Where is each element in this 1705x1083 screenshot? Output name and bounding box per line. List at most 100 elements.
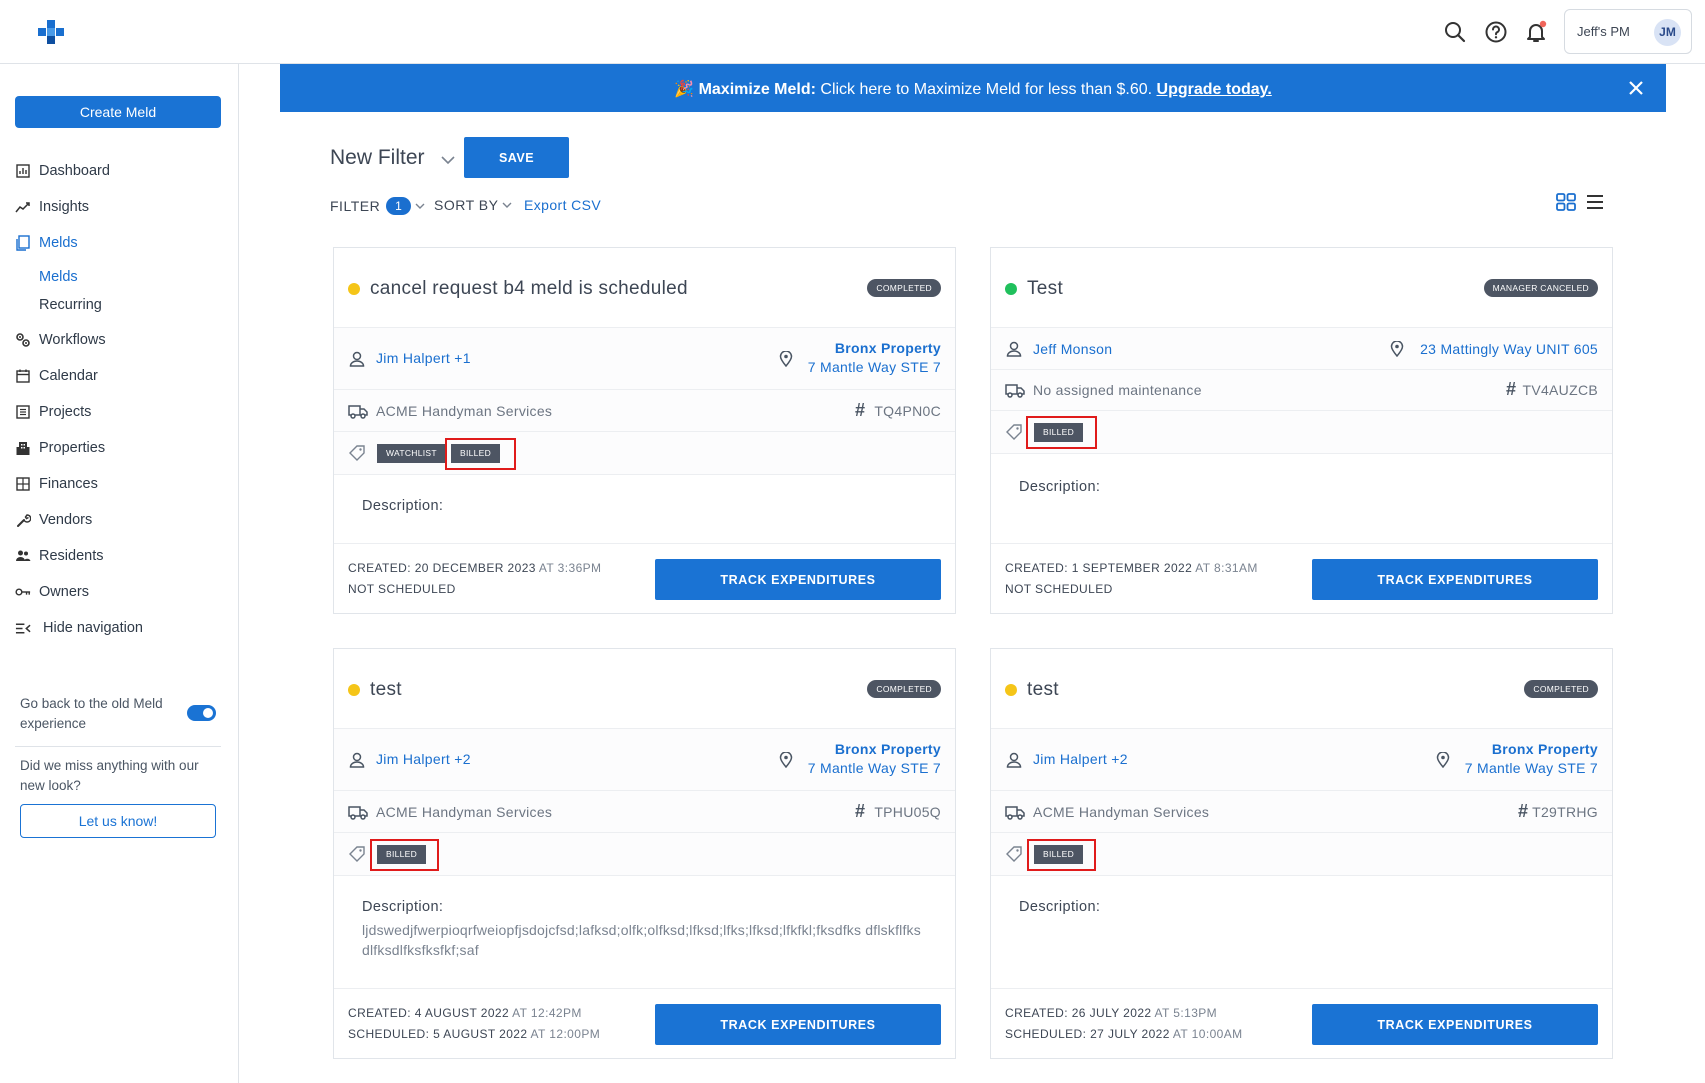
sidebar-item-residents[interactable]: Residents (15, 546, 103, 566)
banner-text[interactable]: 🎉 Maximize Meld: Click here to Maximize … (280, 79, 1666, 99)
upgrade-banner[interactable]: 🎉 Maximize Meld: Click here to Maximize … (280, 64, 1666, 112)
description-text: ljdswedjfwerpioqrfweiopfjsdojcfsd;lafksd… (362, 922, 921, 958)
chevron-down-icon[interactable] (440, 155, 456, 165)
export-csv-link[interactable]: Export CSV (524, 197, 601, 213)
meld-card[interactable]: cancel request b4 meld is scheduled COMP… (333, 247, 956, 614)
assignee-link[interactable]: Jim Halpert +1 (376, 350, 471, 366)
track-expenditures-button[interactable]: TRACK EXPENDITURES (655, 559, 941, 600)
projects-icon (15, 404, 31, 420)
location-pin-icon (779, 752, 793, 768)
card-header: Test MANAGER CANCELED (991, 248, 1612, 328)
help-icon[interactable] (1484, 20, 1508, 44)
track-expenditures-button[interactable]: TRACK EXPENDITURES (655, 1004, 941, 1045)
truck-icon (1005, 384, 1025, 398)
meld-card[interactable]: Test MANAGER CANCELED Jeff Monson 23 Mat… (990, 247, 1613, 614)
assignee-link[interactable]: Jim Halpert +2 (376, 751, 471, 767)
meld-title[interactable]: Test (1027, 278, 1063, 300)
property-name[interactable]: Bronx Property (808, 340, 941, 356)
description-label: Description: (362, 498, 444, 514)
close-icon[interactable] (1626, 78, 1646, 98)
scheduled-date: NOT SCHEDULED (1005, 582, 1113, 596)
vendor-row: ACME Handyman Services # TPHU05Q (334, 791, 955, 833)
card-footer: CREATED: 20 DECEMBER 2023 AT 3:36PM NOT … (334, 543, 955, 615)
meld-title[interactable]: cancel request b4 meld is scheduled (370, 278, 688, 300)
avatar[interactable]: JM (1654, 19, 1681, 46)
unit-address[interactable]: 7 Mantle Way STE 7 (1465, 760, 1598, 776)
banner-message: Click here to Maximize Meld for less tha… (815, 81, 1157, 98)
let-us-know-button[interactable]: Let us know! (20, 804, 216, 838)
track-expenditures-button[interactable]: TRACK EXPENDITURES (1312, 1004, 1598, 1045)
assignee-link[interactable]: Jim Halpert +2 (1033, 751, 1128, 767)
scheduled-time: AT 10:00AM (1172, 1027, 1243, 1041)
sidebar-item-label: Properties (39, 440, 106, 456)
property-address[interactable]: 23 Mattingly Way UNIT 605 (1420, 341, 1598, 357)
sidebar-item-hide-navigation[interactable]: Hide navigation (15, 618, 143, 638)
property-address[interactable]: Bronx Property 7 Mantle Way STE 7 (1465, 741, 1598, 776)
track-expenditures-button[interactable]: TRACK EXPENDITURES (1312, 559, 1598, 600)
status-badge: COMPLETED (1524, 680, 1598, 698)
tag-icon (1006, 424, 1022, 440)
account-switcher[interactable]: Jeff's PM JM (1564, 9, 1692, 54)
sidebar-item-projects[interactable]: Projects (15, 402, 91, 422)
user-icon (1006, 752, 1022, 768)
status-dot (1005, 684, 1017, 696)
highlight-box (370, 839, 439, 871)
highlight-box (445, 438, 516, 470)
create-meld-button[interactable]: Create Meld (15, 96, 221, 128)
sidebar-item-calendar[interactable]: Calendar (15, 366, 98, 386)
vendor-name: No assigned maintenance (1033, 382, 1202, 398)
property-name[interactable]: Bronx Property (808, 741, 941, 757)
list-view-icon[interactable] (1586, 194, 1604, 210)
scheduled-date: NOT SCHEDULED (348, 582, 456, 596)
meld-logo-icon[interactable] (38, 20, 64, 44)
property-address[interactable]: Bronx Property 7 Mantle Way STE 7 (808, 340, 941, 375)
card-footer: CREATED: 4 AUGUST 2022 AT 12:42PM SCHEDU… (334, 988, 955, 1060)
sidebar-item-dashboard[interactable]: Dashboard (15, 161, 110, 181)
created-line: CREATED: 1 SEPTEMBER 2022 AT 8:31AM (1005, 558, 1258, 579)
sidebar-item-properties[interactable]: Properties (15, 438, 105, 458)
scheduled-line: NOT SCHEDULED (348, 579, 456, 600)
property-address[interactable]: Bronx Property 7 Mantle Way STE 7 (808, 741, 941, 776)
unit-address[interactable]: 7 Mantle Way STE 7 (808, 359, 941, 375)
grid-view-icon[interactable] (1556, 193, 1576, 211)
sidebar-item-insights[interactable]: Insights (15, 197, 89, 217)
insights-icon (15, 199, 31, 215)
filter-name[interactable]: New Filter (330, 146, 425, 170)
sort-dropdown[interactable]: SORT BY (434, 197, 513, 213)
sidebar-item-label: Melds (39, 235, 78, 251)
meld-title[interactable]: test (370, 679, 402, 701)
meld-code: T29TRHG (1532, 804, 1598, 820)
unit-address[interactable]: 23 Mattingly Way UNIT 605 (1420, 341, 1598, 357)
sidebar-item-finances[interactable]: Finances (15, 474, 98, 494)
notification-bell-icon[interactable] (1524, 20, 1548, 44)
residents-icon (15, 548, 31, 564)
sidebar-item-workflows[interactable]: Workflows (15, 330, 106, 350)
description-label: Description: (1019, 479, 1101, 495)
filter-dropdown[interactable]: FILTER 1 (330, 197, 426, 215)
sidebar-item-vendors[interactable]: Vendors (15, 510, 92, 530)
search-icon[interactable] (1443, 20, 1467, 44)
sidebar-item-melds[interactable]: Melds (15, 233, 78, 253)
property-name[interactable]: Bronx Property (1465, 741, 1598, 757)
assignee-link[interactable]: Jeff Monson (1033, 341, 1112, 357)
save-filter-button[interactable]: SAVE (464, 137, 569, 178)
sidebar-item-owners[interactable]: Owners (15, 582, 89, 602)
meld-card[interactable]: test COMPLETED Jim Halpert +2 Bronx Prop… (990, 648, 1613, 1059)
highlight-box (1027, 839, 1096, 871)
sidebar-item-label: Workflows (39, 332, 106, 348)
old-experience-toggle[interactable] (187, 705, 216, 721)
tag-watchlist[interactable]: WATCHLIST (377, 444, 446, 463)
created-date: CREATED: 1 SEPTEMBER 2022 (1005, 561, 1193, 575)
sidebar-item-label: Vendors (39, 512, 93, 528)
upgrade-link[interactable]: Upgrade today. (1157, 81, 1272, 98)
sidebar-subitem-recurring[interactable]: Recurring (39, 297, 102, 313)
sidebar-subitem-melds[interactable]: Melds (39, 269, 78, 285)
assignee-row: Jeff Monson 23 Mattingly Way UNIT 605 (991, 328, 1612, 370)
status-dot (1005, 283, 1017, 295)
meld-card[interactable]: test COMPLETED Jim Halpert +2 Bronx Prop… (333, 648, 956, 1059)
calendar-icon (15, 368, 31, 384)
unit-address[interactable]: 7 Mantle Way STE 7 (808, 760, 941, 776)
meld-title[interactable]: test (1027, 679, 1059, 701)
sidebar-item-label: Finances (39, 476, 98, 492)
sidebar: Create Meld Dashboard Insights Melds Mel… (0, 64, 239, 1083)
